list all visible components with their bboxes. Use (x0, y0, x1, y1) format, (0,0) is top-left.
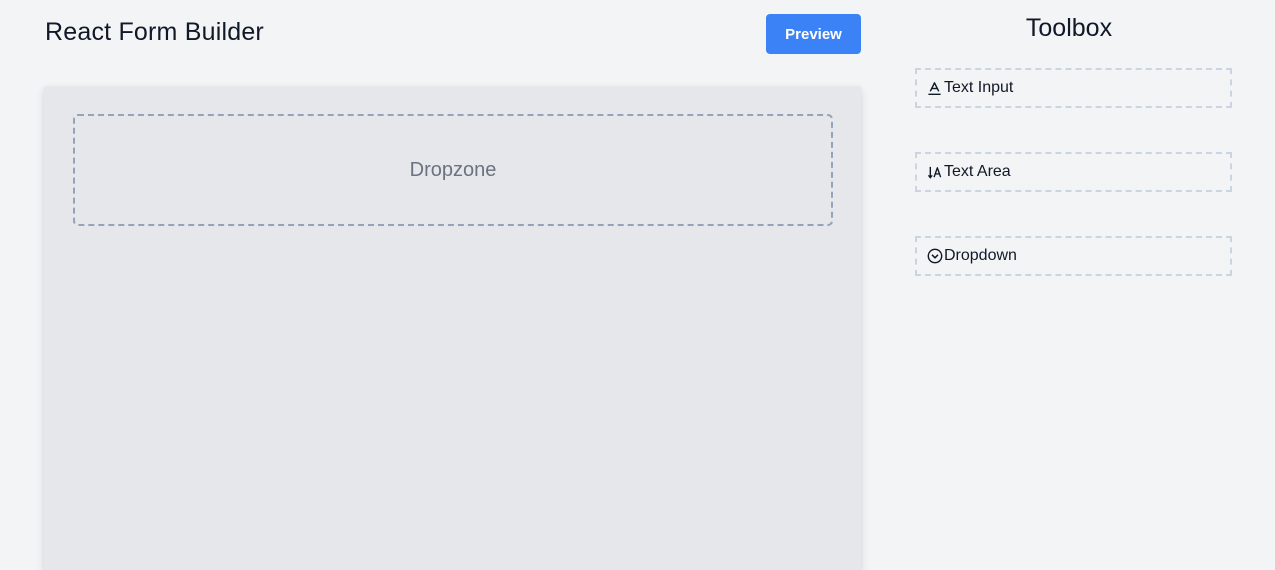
toolbox-item-label: Text Area (944, 163, 1011, 180)
dropdown-icon (926, 248, 943, 265)
toolbox-item-dropdown[interactable]: Dropdown (915, 236, 1232, 276)
toolbox-item-label: Dropdown (944, 247, 1017, 264)
toolbox-item-label: Text Input (944, 79, 1014, 96)
toolbox-title: Toolbox (1025, 14, 1113, 42)
text-input-icon (926, 80, 943, 97)
dropzone[interactable]: Dropzone (73, 114, 833, 226)
dropzone-label: Dropzone (409, 158, 497, 181)
text-area-icon (926, 164, 943, 181)
form-builder-app: React Form Builder Preview Dropzone Tool… (0, 0, 1275, 570)
form-canvas: Dropzone (44, 87, 861, 570)
toolbox-item-text-input[interactable]: Text Input (915, 68, 1232, 108)
toolbox-item-text-area[interactable]: Text Area (915, 152, 1232, 192)
preview-button[interactable]: Preview (766, 14, 861, 54)
page-title: React Form Builder (45, 18, 264, 46)
